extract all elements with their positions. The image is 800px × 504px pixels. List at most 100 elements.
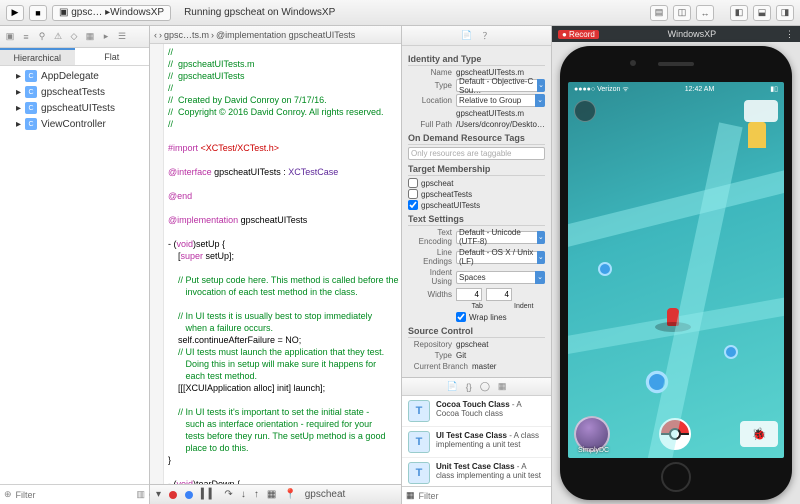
template-icon: T bbox=[408, 462, 430, 484]
jump-path-file[interactable]: gpsc…ts.m bbox=[164, 30, 209, 40]
record-ui-test-button[interactable] bbox=[169, 491, 177, 499]
tree-item[interactable]: ▸CgpscheatUITests bbox=[0, 100, 149, 116]
odr-tags-field[interactable]: Only resources are taggable bbox=[408, 147, 545, 160]
iphone-bezel: ●●●●○ Verizon ᯤ 12:42 AM ▮▯ bbox=[560, 46, 792, 500]
navigator-tabs: ▣ ≡ ⚲ ⚠ ◇ ▦ ▸ ☰ bbox=[0, 26, 149, 48]
file-type-select[interactable]: Default - Objective-C Sou…⌄ bbox=[456, 79, 545, 92]
line-endings-select[interactable]: Default - OS X / Unix (LF)⌄ bbox=[456, 251, 545, 264]
breakpoints-button[interactable] bbox=[185, 491, 193, 499]
nearby-button[interactable]: 🐞 bbox=[740, 421, 778, 447]
code-body[interactable]: // // gpscheatUITests.m // gpscheatUITes… bbox=[164, 44, 401, 484]
stop-button[interactable]: ■ bbox=[29, 5, 47, 21]
filter-icon: ⊕ bbox=[4, 489, 12, 500]
sim-title: WindowsXP bbox=[668, 29, 717, 39]
jump-path-symbol[interactable]: @implementation gpscheatUITests bbox=[216, 30, 355, 40]
file-inspector-icon[interactable]: 📄 bbox=[461, 30, 472, 41]
test-nav-icon[interactable]: ◇ bbox=[67, 30, 81, 44]
continue-button[interactable]: ▍▍ bbox=[201, 489, 216, 500]
label: Widths bbox=[408, 290, 452, 299]
scheme-selector[interactable]: ▣ gpsc… ▸ WindowsXP bbox=[52, 5, 171, 21]
indent-select[interactable]: Spaces⌄ bbox=[456, 271, 545, 284]
wrap-lines[interactable]: Wrap lines bbox=[456, 312, 545, 322]
navigator-filter-bar: ⊕ ▥ ◷ bbox=[0, 484, 149, 504]
file-template-icon[interactable]: 📄 bbox=[447, 381, 458, 392]
pokestop-marker[interactable] bbox=[724, 345, 738, 359]
library-list[interactable]: TCocoa Touch Class - A Cocoa Touch class… bbox=[402, 396, 551, 486]
device-screen[interactable]: ●●●●○ Verizon ᯤ 12:42 AM ▮▯ bbox=[568, 82, 784, 458]
code-area[interactable]: // // gpscheatUITests.m // gpscheatUITes… bbox=[150, 44, 401, 484]
pokestop-marker[interactable] bbox=[646, 371, 668, 393]
sim-menu-icon[interactable]: ⋮ bbox=[785, 29, 794, 40]
editor: ‹ › gpsc…ts.m › @implementation gpscheat… bbox=[150, 26, 402, 504]
filter-scope-icon[interactable]: ▥ bbox=[137, 489, 146, 500]
target-uitests[interactable]: gpscheatUITests bbox=[408, 200, 545, 210]
simulator-device-frame: ●●●●○ Verizon ᯤ 12:42 AM ▮▯ bbox=[552, 42, 800, 504]
tab-width[interactable] bbox=[456, 288, 482, 301]
toggle-inspector[interactable]: ◨ bbox=[776, 5, 794, 21]
navigator-filter[interactable] bbox=[16, 490, 133, 500]
journal-button[interactable] bbox=[744, 100, 778, 122]
toggle-navigator[interactable]: ◧ bbox=[730, 5, 748, 21]
scope-flat[interactable]: Flat bbox=[75, 48, 150, 65]
encoding-select[interactable]: Default - Unicode (UTF-8)⌄ bbox=[456, 231, 545, 244]
library-item[interactable]: TCocoa Touch Class - A Cocoa Touch class bbox=[402, 396, 551, 427]
toggle-debug-area-icon[interactable]: ▾ bbox=[156, 489, 161, 500]
code-snippet-icon[interactable]: {} bbox=[466, 382, 472, 392]
debug-target[interactable]: gpscheat bbox=[305, 489, 346, 500]
step-in-button[interactable]: ↓ bbox=[241, 489, 246, 500]
main-menu-button[interactable] bbox=[659, 418, 691, 450]
main: ▣ ≡ ⚲ ⚠ ◇ ▦ ▸ ☰ Hierarchical Flat ▸CAppD… bbox=[0, 26, 800, 504]
compass-button[interactable] bbox=[574, 100, 596, 122]
editor-mode-version[interactable]: ↔ bbox=[696, 5, 714, 21]
library-filter-bar: ▦ bbox=[402, 486, 551, 504]
template-icon: T bbox=[408, 431, 430, 453]
grid-icon[interactable]: ▦ bbox=[406, 490, 415, 501]
project-nav-icon[interactable]: ▣ bbox=[3, 30, 17, 44]
media-lib-icon[interactable]: ▦ bbox=[498, 381, 507, 392]
target-gpscheat[interactable]: gpscheat bbox=[408, 178, 545, 188]
library-item[interactable]: TUnit Test Case Class - A class implemen… bbox=[402, 458, 551, 486]
issue-nav-icon[interactable]: ⚠ bbox=[51, 30, 65, 44]
scope-hierarchical[interactable]: Hierarchical bbox=[0, 48, 75, 65]
step-out-button[interactable]: ↑ bbox=[254, 489, 259, 500]
pokestop-marker[interactable] bbox=[598, 262, 612, 276]
home-button[interactable] bbox=[661, 462, 691, 492]
vcs-type: Git bbox=[456, 351, 545, 360]
target-tests[interactable]: gpscheatTests bbox=[408, 189, 545, 199]
location-select[interactable]: Relative to Group⌄ bbox=[456, 94, 545, 107]
class-icon: C bbox=[25, 70, 37, 82]
breakpoint-nav-icon[interactable]: ▸ bbox=[99, 30, 113, 44]
debug-nav-icon[interactable]: ▦ bbox=[83, 30, 97, 44]
find-nav-icon[interactable]: ⚲ bbox=[35, 30, 49, 44]
jump-bar[interactable]: ‹ › gpsc…ts.m › @implementation gpscheat… bbox=[150, 26, 401, 44]
label: Type bbox=[408, 81, 452, 90]
object-lib-icon[interactable]: ◯ bbox=[480, 381, 490, 392]
section-target: Target Membership bbox=[408, 164, 545, 176]
library-item[interactable]: TUI Test Case Class - A class implementi… bbox=[402, 427, 551, 458]
toggle-debug[interactable]: ⬓ bbox=[753, 5, 771, 21]
navigator-scope[interactable]: Hierarchical Flat bbox=[0, 48, 149, 66]
player-avatar[interactable] bbox=[667, 308, 679, 326]
game-hud-top bbox=[574, 100, 778, 122]
clock: 12:42 AM bbox=[685, 86, 715, 93]
editor-mode-assistant[interactable]: ◫ bbox=[673, 5, 691, 21]
debug-hierarchy-icon[interactable]: ▦ bbox=[267, 489, 276, 500]
editor-mode-standard[interactable]: ▤ bbox=[650, 5, 668, 21]
report-nav-icon[interactable]: ☰ bbox=[115, 30, 129, 44]
tree-item[interactable]: ▸CViewController bbox=[0, 116, 149, 132]
symbol-nav-icon[interactable]: ≡ bbox=[19, 30, 33, 44]
jump-fwd-icon[interactable]: › bbox=[159, 30, 162, 40]
indent-width[interactable] bbox=[486, 288, 512, 301]
jump-back-icon[interactable]: ‹ bbox=[154, 30, 157, 40]
run-button[interactable]: ▶ bbox=[6, 5, 24, 21]
tree-item[interactable]: ▸CAppDelegate bbox=[0, 68, 149, 84]
help-inspector-icon[interactable]: ？ bbox=[483, 29, 492, 42]
library-filter[interactable] bbox=[419, 491, 547, 501]
tree-item[interactable]: ▸CgpscheatTests bbox=[0, 84, 149, 100]
gutter[interactable] bbox=[150, 44, 164, 484]
sim-record-button[interactable]: ● Record bbox=[558, 30, 599, 39]
location-icon[interactable]: 📍 bbox=[284, 489, 296, 500]
step-over-button[interactable]: ↷ bbox=[224, 489, 232, 500]
label: Repository bbox=[408, 340, 452, 349]
gym-marker[interactable] bbox=[748, 122, 766, 148]
